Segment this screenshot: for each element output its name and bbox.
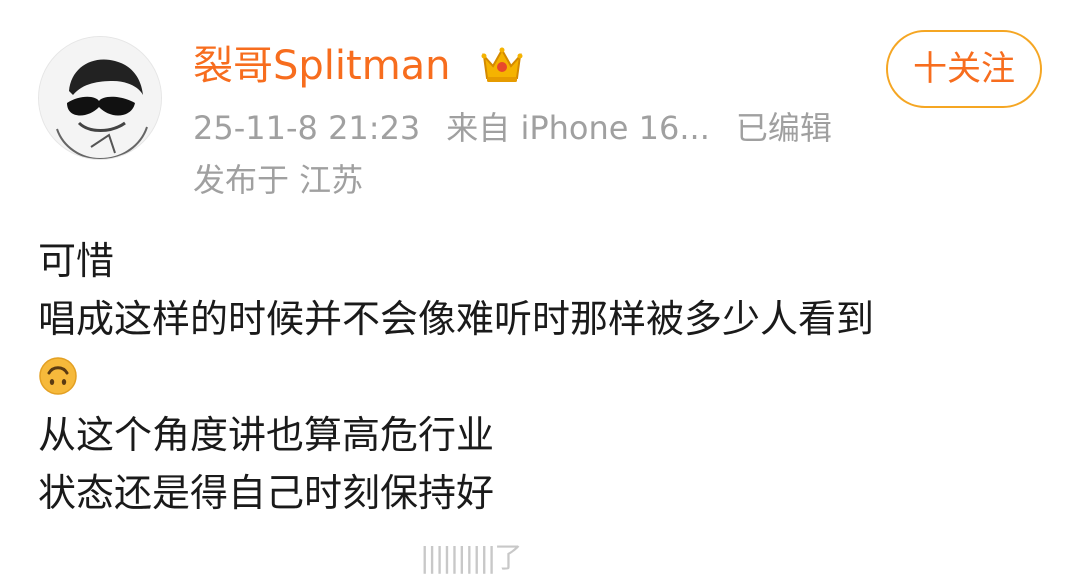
follow-button[interactable]: 十关注 (886, 30, 1042, 108)
body-line-4: 状态还是得自己时刻保持好 (38, 471, 495, 515)
location: 发布于 江苏 (193, 161, 364, 199)
crown-icon (481, 47, 523, 82)
avatar[interactable] (38, 36, 162, 160)
body-line-3: 从这个角度讲也算高危行业 (38, 413, 495, 457)
emoji-line (38, 348, 874, 406)
upside-down-face-emoji-icon (39, 357, 77, 395)
body-line-2: 唱成这样的时候并不会像难听时那样被多少人看到 (38, 297, 875, 341)
source[interactable]: 来自 iPhone 16... (446, 104, 710, 152)
avatar-sunglasses-icon (39, 37, 161, 159)
edited-label[interactable]: 已编辑 (736, 104, 832, 152)
timestamp: 25-11-8 21:23 (193, 109, 421, 147)
watermark: ||||||||||了 (420, 541, 522, 574)
body-line-1: 可惜 (38, 239, 115, 283)
username[interactable]: 裂哥Splitman (193, 40, 451, 92)
post-body: 可惜 唱成这样的时候并不会像难听时那样被多少人看到 从这个角度讲也算高危行业 状… (38, 232, 874, 522)
post-meta: 25-11-8 21:23 来自 iPhone 16... 已编辑 (193, 104, 832, 152)
